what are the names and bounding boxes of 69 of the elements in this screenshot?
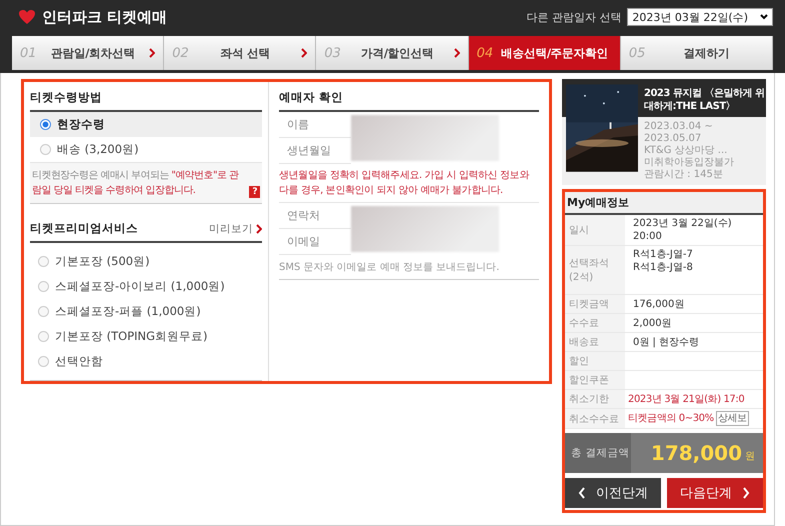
step-tab[interactable]: 05 결제하기 (620, 36, 774, 70)
row-label: 취소기한 (565, 390, 625, 408)
chevron-icon (256, 224, 262, 234)
option-label: 스페셜포장-아이보리 (1,000원) (55, 279, 225, 294)
row-value: 티켓금액의 0~30% (628, 412, 714, 425)
heart-icon (18, 9, 36, 25)
option-label: 기본포장 (TOPING회원무료) (55, 329, 208, 344)
row-label: 수수료 (565, 314, 625, 332)
row-value: 2023년 3월 21일(화) 17:0 (628, 392, 744, 406)
row-value: 2023년 3월 22일(수) (633, 217, 732, 230)
option-label: 스페셜포장-퍼플 (1,000원) (55, 304, 201, 319)
show-info: 2023.05.07 (644, 133, 702, 145)
chevron-icon (301, 48, 308, 58)
radio-button[interactable] (38, 281, 49, 292)
step-tab[interactable]: 01 관람일/회차선택 (12, 36, 164, 70)
row-label: 할인 (565, 352, 625, 370)
row-value: 176,000원 (633, 298, 684, 310)
row-label: 취소수수료 (565, 409, 625, 428)
section-title: 티켓수령방법 (30, 90, 102, 105)
option-label: 배송 (3,200원) (57, 142, 139, 157)
preview-link[interactable]: 미리보기 (209, 221, 262, 236)
row-label: 선택좌석 (2석) (565, 246, 625, 294)
row-value: 0원 | 현장수령 (633, 336, 700, 348)
chevron-icon (454, 48, 460, 58)
section-title: 예매자 확인 (279, 90, 344, 105)
row-label: 일시 (565, 215, 625, 245)
option-label: 기본포장 (500원) (55, 254, 150, 269)
radio-button[interactable] (40, 119, 51, 130)
radio-button[interactable] (38, 256, 49, 267)
step-tab[interactable]: 03 가격/할인선택 (316, 36, 469, 70)
radio-button[interactable] (38, 356, 49, 367)
row-label: 배송료 (565, 333, 625, 351)
show-info: 미취학아동입장불가 (644, 157, 735, 169)
help-button[interactable]: ? (249, 186, 260, 198)
total-amount: 178,000 (650, 441, 743, 465)
section-title: 티켓프리미엄서비스 (30, 221, 138, 236)
row-label: 티켓금액 (565, 295, 625, 313)
previous-button[interactable]: 이전단계 (565, 478, 661, 508)
notice-text: 티켓현장수령은 예매시 부여되는 "예약번호"로 관람일 당일 티켓을 수령하여 입장합니다. (32, 169, 240, 198)
step-tab[interactable]: 04 배송선택/주문자확인 (468, 36, 621, 70)
details-button[interactable]: 상세보 (716, 411, 749, 426)
radio-button[interactable] (38, 306, 49, 317)
show-info: 2023.03.04 ~ (644, 121, 714, 133)
total-label: 총 결제금액 (565, 433, 631, 473)
next-button[interactable]: 다음단계 (667, 478, 763, 508)
row-value: 20:00 (633, 230, 663, 243)
section-title: My예매정보 (567, 196, 630, 209)
show-info: 관람시간 : 145분 (644, 169, 724, 181)
show-info: KT&G 상상마당 ... (644, 145, 728, 157)
radio-button[interactable] (40, 144, 51, 155)
chevron-right-icon (742, 487, 750, 499)
chevron-left-icon (578, 487, 586, 499)
option-label: 선택안함 (55, 354, 103, 369)
show-title: 2023 뮤지컬 〈은밀하게 위대하게:THE LAST〉 (644, 86, 766, 114)
step-tab[interactable]: 02 좌석 선택 (164, 36, 316, 70)
app-title: 인터파크 티켓예매 (42, 8, 168, 26)
row-value: R석1층-J열-8 (633, 261, 693, 274)
date-label: 다른 관람일자 선택 (526, 10, 622, 24)
chevron-icon (149, 48, 156, 58)
date-dropdown[interactable]: 2023년 03월 22일(수) (627, 8, 773, 26)
row-value: 2,000원 (633, 316, 672, 330)
currency-unit: 원 (745, 450, 756, 463)
warning-text: 생년월일을 정확히 입력해주세요. 가입 시 입력하신 정보와 다를 경우, 본인확인이 되지 않아 예매가 불가합니다. (279, 164, 539, 203)
row-value: R석1층-J열-7 (633, 248, 693, 261)
note-text: SMS 문자와 이메일로 예매 정보를 보내드립니다. (279, 255, 539, 280)
radio-button[interactable] (38, 331, 49, 342)
caret-icon (760, 14, 768, 20)
row-label: 할인쿠폰 (565, 371, 625, 389)
option-label: 현장수령 (57, 117, 105, 132)
